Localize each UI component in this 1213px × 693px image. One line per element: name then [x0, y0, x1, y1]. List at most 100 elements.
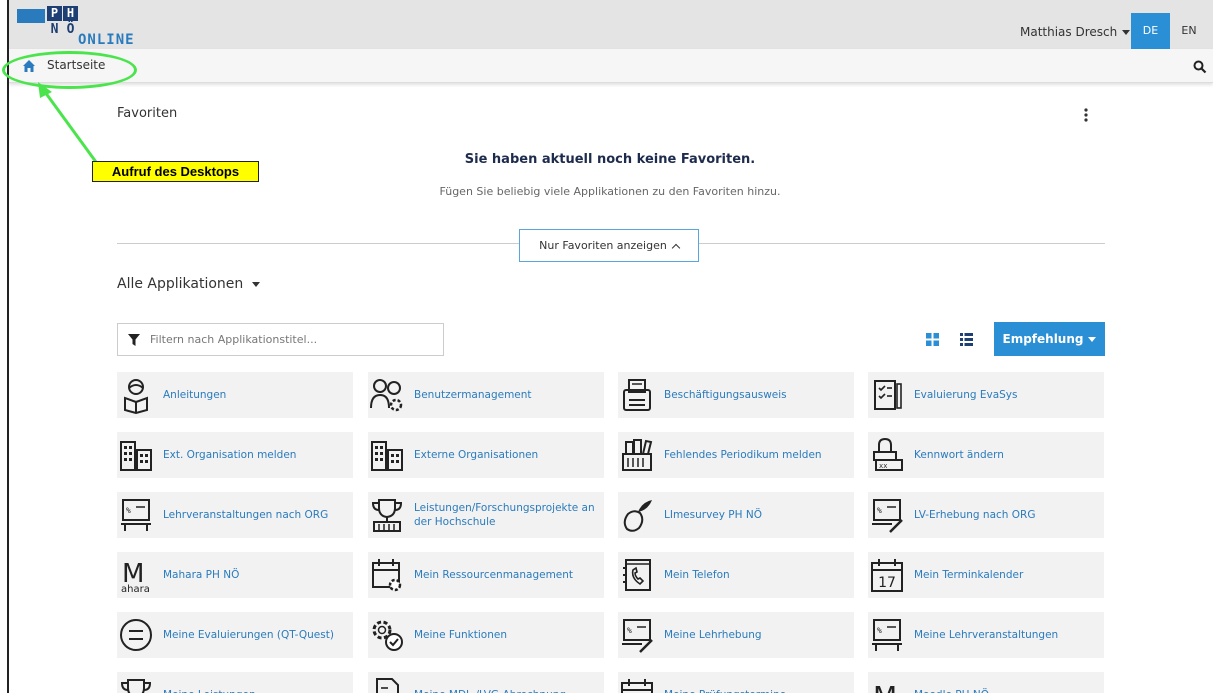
- buildings-icon: [371, 441, 403, 471]
- gears-check-icon: [372, 620, 403, 651]
- user-name: Matthias Dresch: [1020, 25, 1118, 39]
- app-tile[interactable]: % Meine Lehrveranstaltungen: [868, 612, 1104, 658]
- favoriten-title: Favoriten: [117, 106, 178, 121]
- app-tile-label: Ext. Organisation melden: [163, 449, 297, 461]
- chevron-up-icon: [671, 243, 681, 253]
- sort-recommendation-label: Empfehlung: [1002, 332, 1084, 346]
- logo-letter-n: N: [50, 22, 59, 37]
- mahara-logo-sub: ahara: [121, 584, 150, 594]
- search-icon[interactable]: [1193, 60, 1207, 74]
- divider-right: [699, 243, 1105, 244]
- app-tile[interactable]: % Meine Lehrhebung: [618, 612, 854, 658]
- lecture-board-icon: %: [121, 499, 151, 531]
- app-tile[interactable]: Evaluierung EvaSys: [868, 372, 1104, 418]
- app-tile[interactable]: % LV-Erhebung nach ORG: [868, 492, 1104, 538]
- app-tile[interactable]: Mein Telefon: [618, 552, 854, 598]
- app-tile-label: Evaluierung EvaSys: [914, 389, 1018, 401]
- phone-book-icon: [623, 559, 651, 591]
- kebab-menu-icon[interactable]: [1084, 108, 1088, 122]
- sort-recommendation-button[interactable]: Empfehlung: [994, 322, 1105, 356]
- app-tile[interactable]: Anleitungen: [117, 372, 353, 418]
- app-tile[interactable]: LImesurvey PH NÖ: [618, 492, 854, 538]
- app-tile[interactable]: Ext. Organisation melden: [117, 432, 353, 478]
- app-tile[interactable]: Meine Evaluierungen (QT-Quest): [117, 612, 353, 658]
- app-tile-label: Meine Lehrveranstaltungen: [914, 629, 1059, 641]
- mahara-logo-icon: Mahara: [121, 559, 150, 594]
- app-tile-label: LV-Erhebung nach ORG: [914, 509, 1036, 521]
- language-de-button[interactable]: DE: [1131, 13, 1170, 49]
- app-tile-label: Meine Prüfungstermine: [664, 672, 850, 693]
- calendar-icon: [621, 679, 653, 693]
- filter-field[interactable]: [117, 323, 444, 356]
- app-tile[interactable]: xx_ Kennwort ändern: [868, 432, 1104, 478]
- app-tile-label: Leistungen/Forschungsprojekte an der Hoc…: [414, 502, 595, 528]
- app-tile-label: Anleitungen: [163, 389, 227, 401]
- svg-text:%: %: [627, 626, 632, 635]
- moodle-logo-letter: M: [873, 680, 897, 693]
- app-tile-label: Beschäftigungsausweis: [664, 389, 787, 401]
- filter-funnel-icon: [128, 334, 140, 346]
- calendar-icon: 17: [871, 559, 903, 592]
- app-tile[interactable]: Mahara Mahara PH NÖ: [117, 552, 353, 598]
- app-tile[interactable]: % Lehrveranstaltungen nach ORG: [117, 492, 353, 538]
- app-tile[interactable]: Mein Ressourcenmanagement: [368, 552, 604, 598]
- breadcrumb-bar: Startseite: [9, 49, 1213, 83]
- all-applications-title: Alle Applikationen: [117, 276, 244, 292]
- caret-down-icon: [1088, 337, 1097, 342]
- app-tile[interactable]: Externe Organisationen: [368, 432, 604, 478]
- app-tile-label: Benutzermanagement: [414, 389, 532, 401]
- app-tile-label: Kennwort ändern: [914, 449, 1004, 461]
- app-tile[interactable]: Fehlendes Periodikum melden: [618, 432, 854, 478]
- svg-text:xx_: xx_: [879, 462, 892, 470]
- logo-letter-o: Ö: [66, 22, 75, 37]
- app-tile-label: Meine Funktionen: [414, 629, 507, 641]
- buildings-icon: [120, 441, 152, 471]
- app-tile[interactable]: Leistungen/Forschungsprojekte an der Hoc…: [368, 492, 604, 538]
- books-icon: [622, 439, 653, 471]
- app-tile[interactable]: Beschäftigungsausweis: [618, 372, 854, 418]
- lecture-board-pen-icon: %: [872, 499, 903, 533]
- calendar-day-number: 17: [878, 575, 896, 591]
- app-tile[interactable]: M Moodle PH NÖ: [868, 672, 1104, 693]
- highlight-ellipse: [2, 51, 137, 89]
- app-tile-label: Mahara PH NÖ: [163, 569, 240, 581]
- app-tile-label: Fehlendes Periodikum melden: [664, 449, 822, 461]
- favorites-empty-subtitle: Fügen Sie beliebig viele Applikationen z…: [439, 185, 781, 198]
- list-view-icon[interactable]: [960, 333, 973, 346]
- svg-text:%: %: [877, 626, 882, 635]
- filter-input[interactable]: [150, 324, 440, 355]
- logo-blue-bar: [17, 9, 45, 23]
- password-lock-icon: xx_: [873, 437, 903, 471]
- app-tile-label: Lehrveranstaltungen nach ORG: [163, 509, 329, 521]
- favorites-empty-title: Sie haben aktuell noch keine Favoriten.: [464, 152, 756, 167]
- window-left-edge: [0, 0, 9, 693]
- app-tile[interactable]: Meine Prüfungstermine: [618, 672, 854, 693]
- all-applications-dropdown[interactable]: Alle Applikationen: [117, 276, 261, 292]
- app-tile[interactable]: Meine MDL-/LVG-Abrechnung -: [368, 672, 604, 693]
- lecture-board-pen-icon: %: [622, 619, 653, 653]
- app-tile[interactable]: Meine Funktionen: [368, 612, 604, 658]
- neutral-face-icon: [120, 619, 152, 651]
- show-only-favorites-label: Nur Favoriten anzeigen: [539, 239, 667, 252]
- lecture-board-icon: %: [872, 619, 902, 651]
- checklist-icon: [874, 380, 902, 410]
- moodle-logo-icon: M: [873, 680, 897, 693]
- top-bar: P H N Ö ONLINE Matthias Dresch DE EN: [9, 0, 1213, 49]
- app-tile[interactable]: 17 Mein Terminkalender: [868, 552, 1104, 598]
- caret-down-icon: [252, 281, 261, 287]
- grid-view-icon[interactable]: [926, 333, 939, 346]
- trophy-icon: [120, 679, 152, 693]
- app-tile[interactable]: Benutzermanagement: [368, 372, 604, 418]
- logo-online-text: ONLINE: [78, 32, 135, 48]
- divider-left: [117, 243, 519, 244]
- document-icon: [376, 678, 399, 693]
- app-tile[interactable]: Meine Leistungen: [117, 672, 353, 693]
- app-tile-label: Meine Leistungen: [163, 672, 349, 693]
- svg-text:%: %: [126, 506, 131, 515]
- show-only-favorites-button[interactable]: Nur Favoriten anzeigen: [519, 229, 699, 262]
- user-menu[interactable]: Matthias Dresch: [1020, 25, 1131, 39]
- app-tile-label: LImesurvey PH NÖ: [664, 509, 762, 521]
- language-en-button[interactable]: EN: [1173, 13, 1205, 49]
- app-tile-label: Moodle PH NÖ: [914, 672, 1100, 693]
- app-tile-label: Meine MDL-/LVG-Abrechnung -: [414, 672, 600, 693]
